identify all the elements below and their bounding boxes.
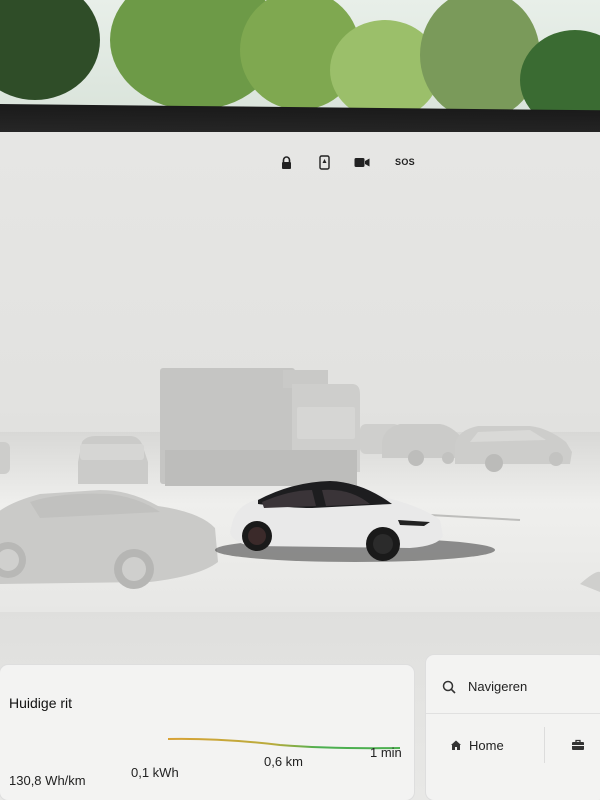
vehicle-display: SOS Huidige rit 130,8 Wh/km 0,1 kWh 0,6 …	[0, 132, 600, 800]
vehicle-parked-left	[78, 436, 148, 484]
navigation-card: Navigeren Home	[426, 655, 600, 800]
current-trip-card[interactable]: Huidige rit 130,8 Wh/km 0,1 kWh 0,6 km 1…	[0, 665, 414, 800]
trip-efficiency: 130,8 Wh/km	[9, 773, 86, 788]
home-button[interactable]: Home	[450, 727, 504, 763]
trip-energy-line	[167, 737, 401, 750]
vehicle-right-near	[455, 426, 572, 472]
vehicle-far-left	[0, 442, 10, 474]
trip-distance: 0,6 km	[264, 754, 304, 769]
trip-efficiency-value: 130,8	[9, 773, 42, 788]
navigate-search[interactable]: Navigeren	[442, 679, 527, 694]
vehicle-left-near	[0, 490, 218, 589]
navigate-label: Navigeren	[468, 679, 528, 694]
search-icon	[442, 680, 456, 694]
trip-energy: 0,1 kWh	[131, 765, 179, 780]
trip-title: Huidige rit	[9, 695, 73, 711]
lane-marking	[429, 514, 521, 521]
driving-visualization	[0, 368, 600, 592]
work-button[interactable]	[544, 727, 585, 763]
trip-duration: 1 min	[370, 745, 402, 760]
trip-efficiency-unit: Wh/km	[45, 773, 86, 788]
briefcase-icon	[572, 739, 584, 750]
nav-divider	[426, 713, 600, 714]
home-icon	[451, 740, 461, 750]
road-edge-object	[580, 571, 600, 592]
vehicle-truck	[160, 368, 360, 486]
home-label: Home	[469, 737, 504, 753]
vehicle-right-middle	[382, 424, 462, 466]
